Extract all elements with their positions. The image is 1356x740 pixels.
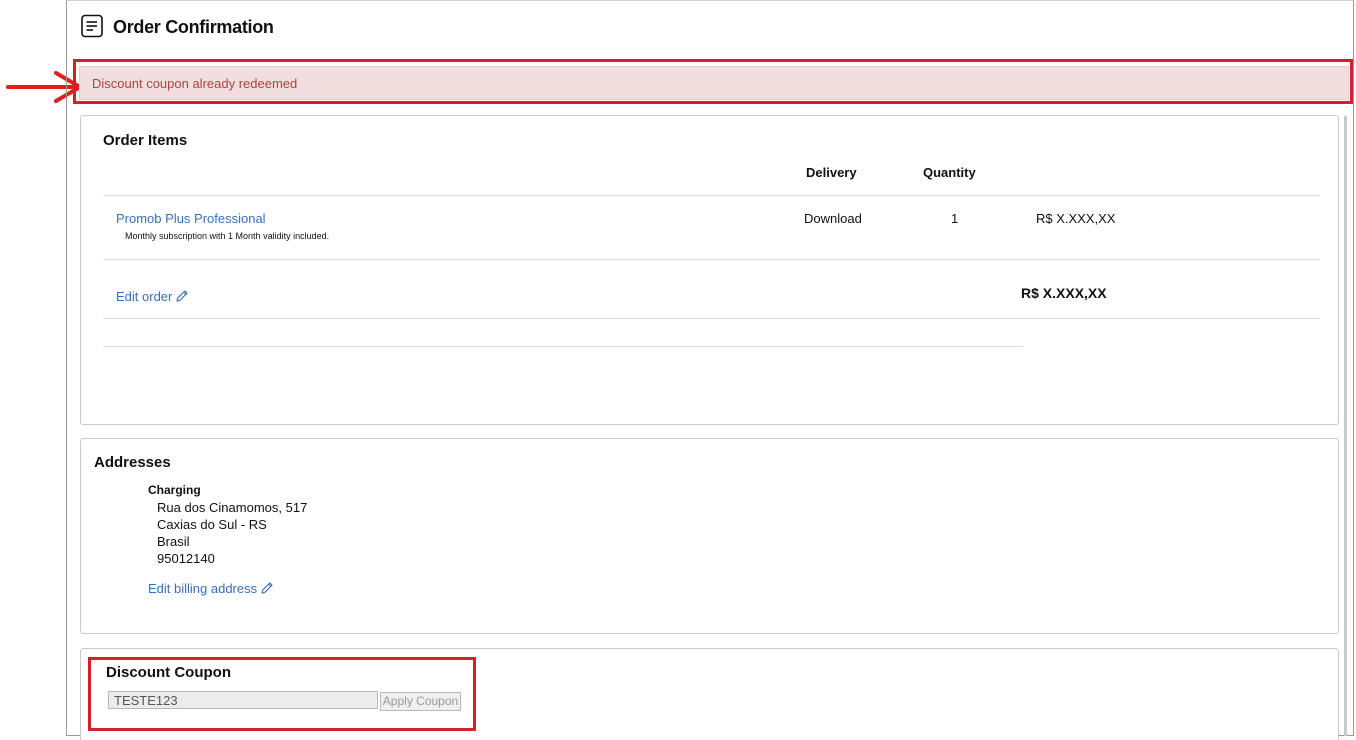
annotation-highlight-alert xyxy=(73,59,1353,104)
address-line: 95012140 xyxy=(157,551,215,566)
pencil-icon xyxy=(261,582,273,594)
column-header-delivery: Delivery xyxy=(806,165,857,180)
edit-order-link[interactable]: Edit order xyxy=(116,289,189,304)
divider xyxy=(103,259,1320,260)
address-line: Caxias do Sul - RS xyxy=(157,517,267,532)
addresses-card xyxy=(80,438,1339,634)
scrollbar[interactable] xyxy=(1344,116,1347,736)
order-total: R$ X.XXX,XX xyxy=(1021,285,1107,301)
annotation-highlight-coupon xyxy=(88,657,476,731)
item-quantity: 1 xyxy=(951,211,959,226)
item-price: R$ X.XXX,XX xyxy=(1036,211,1116,226)
document-icon xyxy=(81,14,103,38)
divider xyxy=(103,195,1320,196)
pencil-icon xyxy=(176,290,188,302)
order-items-card xyxy=(80,115,1339,425)
divider xyxy=(103,318,1320,319)
product-description: Monthly subscription with 1 Month validi… xyxy=(125,231,330,241)
edit-billing-address-label: Edit billing address xyxy=(148,581,258,596)
charging-label: Charging xyxy=(148,483,201,497)
column-header-quantity: Quantity xyxy=(923,165,976,180)
item-delivery: Download xyxy=(804,211,862,226)
address-line: Brasil xyxy=(157,534,190,549)
edit-billing-address-link[interactable]: Edit billing address xyxy=(148,581,274,596)
edit-order-label: Edit order xyxy=(116,289,173,304)
address-line: Rua dos Cinamomos, 517 xyxy=(157,500,308,515)
page-title: Order Confirmation xyxy=(113,17,274,37)
addresses-title: Addresses xyxy=(94,454,171,471)
product-link[interactable]: Promob Plus Professional xyxy=(116,211,266,226)
order-items-title: Order Items xyxy=(103,132,188,149)
divider xyxy=(103,346,1023,347)
